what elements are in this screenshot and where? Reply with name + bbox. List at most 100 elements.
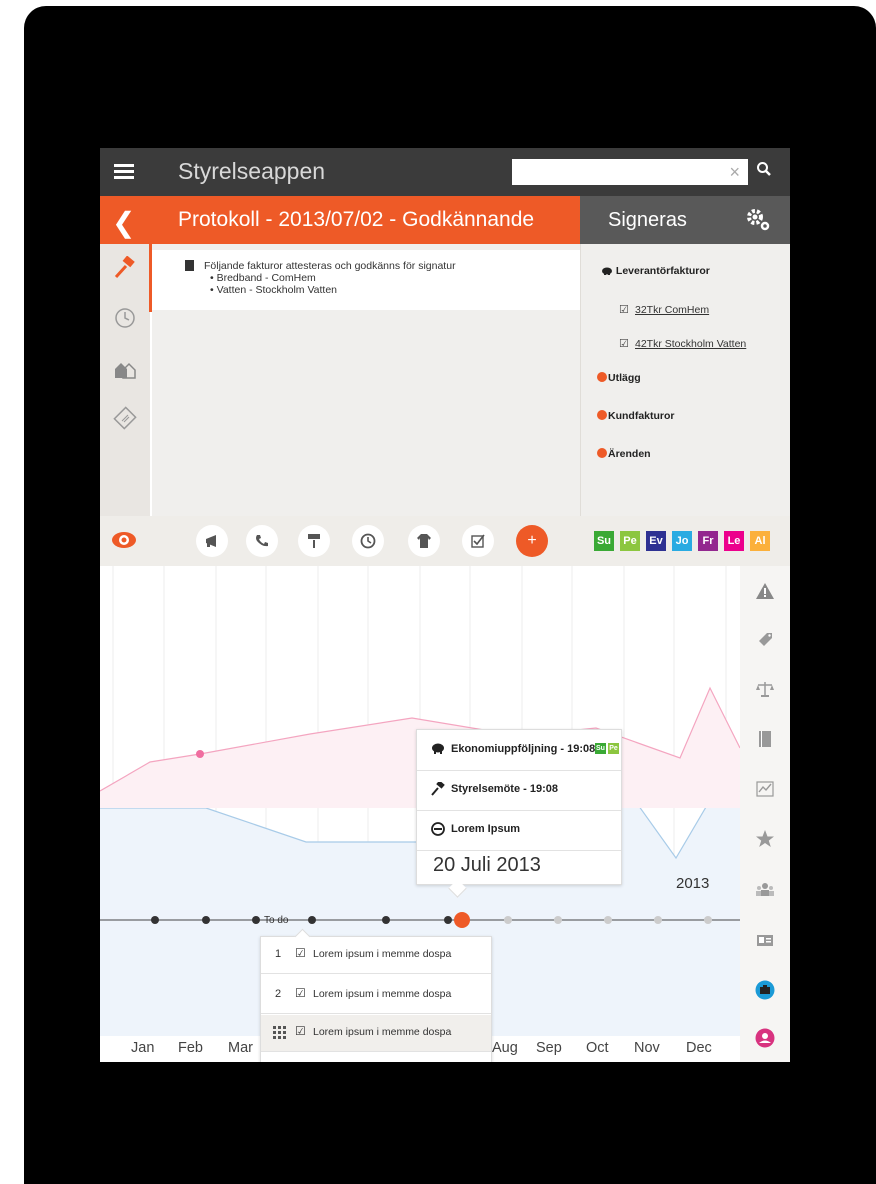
day-tag-fr[interactable]: Fr — [698, 531, 718, 551]
app-title: Styrelseappen — [178, 158, 326, 184]
section-kundfakturor[interactable]: Kundfakturor — [597, 410, 675, 422]
timeline-dot[interactable] — [504, 916, 512, 924]
invoice-link-comhem[interactable]: 32Tkr ComHem — [635, 304, 709, 316]
people-icon[interactable] — [755, 879, 775, 899]
price-tag-icon[interactable] — [755, 629, 775, 649]
month-label: Dec — [686, 1040, 712, 1056]
section-utlagg-label: Utlägg — [608, 372, 641, 384]
notification-badge-icon — [597, 372, 607, 382]
phone-button[interactable] — [246, 525, 278, 557]
timeline-dot[interactable] — [202, 916, 210, 924]
back-arrow-icon[interactable]: ❮ — [112, 206, 135, 239]
eye-icon[interactable] — [110, 528, 138, 552]
add-button[interactable]: + — [516, 525, 548, 557]
search-clear-icon[interactable]: × — [729, 162, 740, 183]
houses-icon — [115, 362, 136, 379]
checkbox-icon[interactable]: ☑ — [295, 946, 306, 960]
checkbox-icon[interactable]: ☑ — [619, 337, 629, 350]
invoice-link-stockholm-vatten[interactable]: 42Tkr Stockholm Vatten — [635, 338, 746, 350]
sign-bar: Signeras — [580, 196, 790, 244]
todo-item[interactable]: 1 ☑ Lorem ipsum i memme dospa — [261, 937, 491, 974]
protocol-title-bar: ❮ Protokoll - 2013/07/02 - Godkännande — [100, 196, 580, 244]
search-input[interactable]: × — [512, 159, 748, 185]
piggy-bank-icon — [602, 267, 612, 275]
todo-label: To do — [264, 915, 289, 926]
day-tag-pe[interactable]: Pe — [620, 531, 640, 551]
checklist-button[interactable] — [462, 525, 494, 557]
clock-icon — [360, 533, 376, 549]
notification-badge-icon — [597, 448, 607, 458]
timeline-dot[interactable] — [252, 916, 260, 924]
nav-item-gavel[interactable] — [100, 246, 150, 290]
scales-icon[interactable] — [755, 679, 775, 699]
megaphone-button[interactable] — [196, 525, 228, 557]
section-utlagg[interactable]: Utlägg — [597, 372, 641, 384]
todo-number: 1 — [275, 948, 282, 960]
timeline-dot[interactable] — [654, 916, 662, 924]
person-badge-icon[interactable] — [755, 1028, 775, 1048]
event-lorem-ipsum[interactable]: Lorem Ipsum — [417, 810, 621, 851]
clock-icon — [115, 308, 135, 328]
nav-item-history[interactable] — [100, 296, 150, 340]
timeline-chart: To do 2013 Jan Feb Mar Aug Sep Oct Nov D… — [100, 566, 790, 1062]
todo-item[interactable]: ☑ Lorem ipsum i memme dospa — [261, 1015, 491, 1052]
checkbox-icon[interactable]: ☑ — [619, 303, 629, 316]
day-tag-le[interactable]: Le — [724, 531, 744, 551]
document-icon — [185, 260, 194, 271]
protocol-item-bullet: • Vatten - Stockholm Vatten — [210, 284, 338, 296]
gavel-icon — [114, 256, 135, 279]
timeline-dot[interactable] — [604, 916, 612, 924]
clock-button[interactable] — [352, 525, 384, 557]
todo-number: 2 — [275, 988, 282, 1000]
event-date: 20 Juli 2013 — [433, 854, 541, 876]
id-card-icon[interactable] — [755, 930, 775, 950]
tshirt-button[interactable] — [408, 525, 440, 557]
month-label: Jan — [131, 1040, 155, 1056]
event-popup: Ekonomiuppföljning - 19:08 Su Pe Styrels… — [416, 729, 622, 898]
protocol-item[interactable]: Följande fakturor attesteras och godkänn… — [152, 250, 580, 310]
event-title: Styrelsemöte - 19:08 — [451, 783, 558, 795]
day-tag-su[interactable]: Su — [594, 531, 614, 551]
timeline-dot[interactable] — [554, 916, 562, 924]
book-icon[interactable] — [755, 729, 775, 749]
todo-text: Lorem ipsum i memme dospa — [313, 1026, 452, 1038]
page-title: Protokoll - 2013/07/02 - Godkännande — [178, 208, 535, 231]
right-rail — [740, 566, 790, 1062]
timeline-dot[interactable] — [704, 916, 712, 924]
star-icon[interactable] — [755, 829, 775, 849]
day-tag-ev[interactable]: Ev — [646, 531, 666, 551]
megaphone-icon — [206, 535, 216, 547]
protocol-item-bullet: • Bredband - ComHem — [210, 272, 316, 284]
hamburger-menu-icon[interactable] — [114, 161, 134, 181]
warning-icon[interactable] — [755, 581, 775, 601]
timeline-dot[interactable] — [444, 916, 452, 924]
line-chart-icon[interactable] — [755, 779, 775, 799]
checkbox-icon[interactable]: ☑ — [295, 986, 306, 1000]
search-icon[interactable] — [756, 161, 776, 181]
no-entry-icon — [431, 822, 445, 836]
pink-series-point[interactable] — [196, 750, 204, 758]
drag-handle-icon[interactable] — [273, 1026, 287, 1040]
section-arenden[interactable]: Ärenden — [597, 448, 651, 460]
timeline-dot[interactable] — [151, 916, 159, 924]
current-date-marker[interactable] — [454, 912, 470, 928]
timeline-dot[interactable] — [382, 916, 390, 924]
paint-roller-button[interactable] — [298, 525, 330, 557]
event-styrelsemote[interactable]: Styrelsemöte - 19:08 — [417, 770, 621, 811]
gear-icon[interactable] — [744, 206, 772, 234]
nav-item-houses[interactable] — [100, 348, 150, 392]
briefcase-icon[interactable] — [755, 980, 775, 1000]
month-label: Sep — [536, 1040, 562, 1056]
event-ekonomiuppfoljning[interactable]: Ekonomiuppföljning - 19:08 Su Pe — [417, 730, 621, 771]
checkbox-icon[interactable]: ☑ — [295, 1024, 306, 1038]
timeline-dot[interactable] — [308, 916, 316, 924]
day-tag-al[interactable]: Al — [750, 531, 770, 551]
todo-item[interactable]: 2 ☑ Lorem ipsum i memme dospa — [261, 977, 491, 1014]
todo-text: Lorem ipsum i memme dospa — [313, 948, 452, 960]
notification-badge-icon — [597, 410, 607, 420]
suppliers-heading-label: Leverantörfakturor — [615, 265, 710, 277]
day-tag-jo[interactable]: Jo — [672, 531, 692, 551]
suppliers-heading[interactable]: Leverantörfakturor — [601, 265, 710, 277]
nav-item-document[interactable] — [100, 396, 150, 440]
phone-icon — [256, 535, 268, 547]
